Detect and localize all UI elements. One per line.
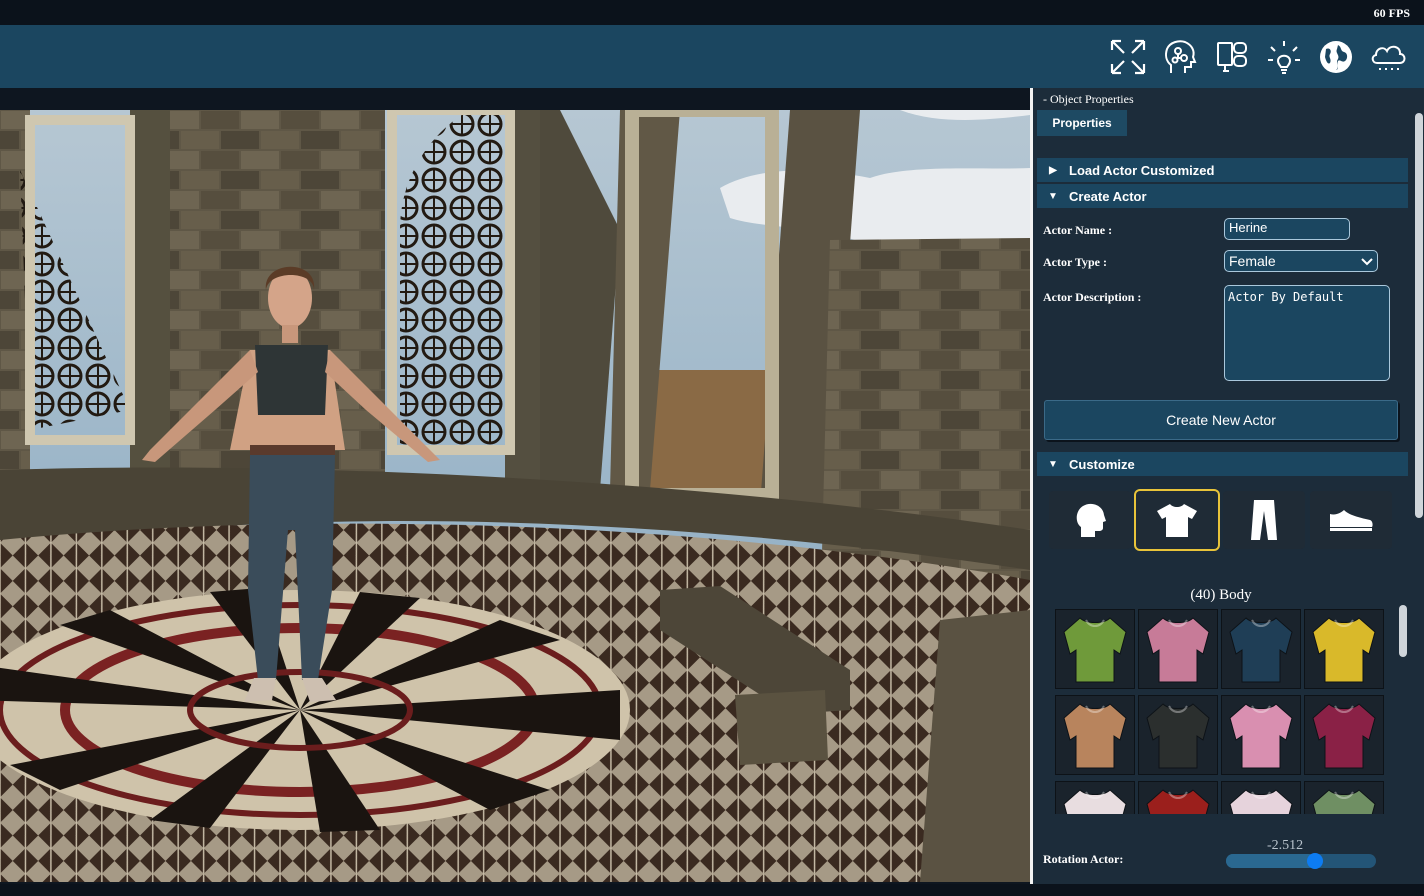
clothing-item[interactable]	[1304, 609, 1384, 689]
clothing-item[interactable]	[1221, 695, 1301, 775]
actor-name-label: Actor Name :	[1043, 223, 1113, 237]
chevron-down-icon	[1361, 253, 1373, 269]
shoe-icon	[1330, 510, 1373, 531]
weather-cloud-icon[interactable]	[1368, 37, 1408, 77]
create-new-actor-button[interactable]: Create New Actor	[1044, 400, 1398, 440]
category-head-button[interactable]	[1049, 491, 1131, 549]
load-actor-label: Load Actor Customized	[1069, 162, 1215, 178]
device-layout-icon[interactable]	[1212, 37, 1252, 77]
rotation-slider-fill	[1226, 854, 1315, 868]
light-bulb-icon[interactable]	[1264, 37, 1304, 77]
bottom-bar	[0, 884, 1424, 896]
body-count-label: (40) Body	[1190, 587, 1252, 603]
scene-viewport[interactable]	[0, 110, 1030, 882]
main-toolbar	[0, 25, 1424, 88]
category-shoes-button[interactable]	[1310, 491, 1392, 549]
clothing-grid	[1055, 609, 1387, 814]
clothing-item[interactable]	[1304, 781, 1384, 814]
fps-counter: 60 FPS	[1373, 6, 1410, 20]
globe-icon[interactable]	[1316, 37, 1356, 77]
pants-icon	[1251, 500, 1277, 540]
create-actor-label: Create Actor	[1069, 188, 1147, 204]
head-icon	[1076, 503, 1106, 537]
create-actor-section[interactable]: ▼ Create Actor	[1037, 184, 1408, 208]
ai-brain-icon[interactable]	[1160, 37, 1200, 77]
clothing-item[interactable]	[1055, 609, 1135, 689]
actor-type-value: Female	[1229, 253, 1276, 269]
actor-type-label: Actor Type :	[1043, 255, 1107, 269]
grid-scrollbar[interactable]	[1399, 605, 1407, 657]
clothing-item[interactable]	[1221, 781, 1301, 814]
object-properties-panel: - Object Properties Properties ▶ Load Ac…	[1033, 88, 1424, 884]
caret-down-icon: ▼	[1048, 458, 1058, 470]
fullscreen-icon[interactable]	[1108, 37, 1148, 77]
rotation-value: -2.512	[1267, 838, 1304, 853]
actor-description-textarea[interactable]: Actor By Default	[1224, 285, 1390, 381]
status-bar: 60 FPS	[0, 0, 1424, 25]
caret-down-icon: ▼	[1048, 190, 1058, 202]
actor-description-label: Actor Description :	[1043, 290, 1142, 304]
customize-label: Customize	[1069, 456, 1135, 472]
clothing-item[interactable]	[1055, 781, 1135, 814]
panel-title: - Object Properties	[1043, 92, 1134, 106]
clothing-item[interactable]	[1138, 781, 1218, 814]
clothing-item[interactable]	[1304, 695, 1384, 775]
clothing-item[interactable]	[1055, 695, 1135, 775]
caret-right-icon: ▶	[1049, 164, 1057, 176]
tab-properties[interactable]: Properties	[1037, 110, 1127, 136]
rotation-slider-knob[interactable]	[1306, 853, 1323, 869]
clothing-item[interactable]	[1138, 609, 1218, 689]
rotation-label: Rotation Actor:	[1043, 852, 1124, 866]
panel-scrollbar[interactable]	[1415, 113, 1423, 518]
clothing-item[interactable]	[1138, 695, 1218, 775]
rotation-slider[interactable]	[1226, 853, 1376, 869]
category-shirt-button[interactable]	[1136, 491, 1218, 549]
actor-type-select[interactable]: Female	[1224, 250, 1378, 272]
actor-name-input[interactable]: Herine	[1224, 218, 1350, 240]
shirt-icon	[1157, 504, 1197, 537]
category-pants-button[interactable]	[1223, 491, 1305, 549]
customize-section[interactable]: ▼ Customize	[1037, 452, 1408, 476]
load-actor-section[interactable]: ▶ Load Actor Customized	[1037, 158, 1408, 182]
clothing-item[interactable]	[1221, 609, 1301, 689]
